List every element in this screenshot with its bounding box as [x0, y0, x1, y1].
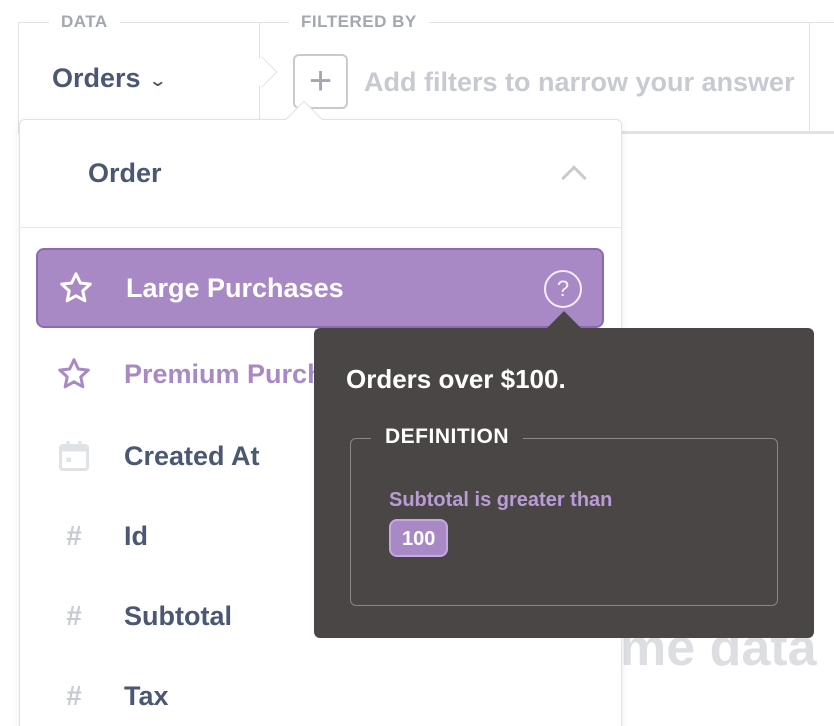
calendar-icon: [54, 436, 94, 476]
query-builder-bar: DATA FILTERED BY Orders ⌄ + Add filters …: [18, 12, 834, 134]
add-filter-placeholder[interactable]: Add filters to narrow your answer: [364, 67, 795, 98]
data-section-label: DATA: [49, 12, 120, 32]
hash-icon: #: [66, 520, 82, 551]
data-source-label: Orders: [52, 63, 141, 93]
table-name: Order: [88, 158, 162, 188]
question-mark-icon[interactable]: ?: [544, 270, 582, 308]
segment-item-large-purchases[interactable]: Large Purchases ?: [36, 248, 604, 328]
definition-box: DEFINITION Subtotal is greater than 100: [350, 425, 778, 606]
definition-condition: Subtotal is greater than: [389, 489, 613, 511]
filtered-by-section-label: FILTERED BY: [289, 12, 429, 32]
definition-label: DEFINITION: [371, 425, 523, 449]
item-label: Created At: [124, 440, 260, 471]
star-icon: [56, 268, 96, 308]
segment-description: Orders over $100.: [346, 364, 566, 394]
add-filter-button[interactable]: +: [293, 54, 348, 109]
hash-icon: #: [66, 680, 82, 711]
hash-icon: #: [66, 600, 82, 631]
chevron-up-icon[interactable]: [561, 164, 587, 191]
definition-value-badge: 100: [389, 519, 449, 557]
section-divider: [809, 23, 810, 133]
segment-definition-tooltip: Orders over $100. DEFINITION Subtotal is…: [314, 328, 814, 638]
item-label: Large Purchases: [126, 272, 344, 303]
item-label: Id: [124, 520, 148, 551]
star-icon: [54, 354, 94, 394]
item-label: Subtotal: [124, 600, 232, 631]
step-separator-chevron: [246, 56, 278, 88]
item-label: Tax: [124, 680, 169, 711]
table-section-header[interactable]: Order: [20, 120, 621, 228]
data-source-select[interactable]: Orders ⌄: [52, 63, 167, 94]
chevron-down-icon: ⌄: [147, 72, 167, 90]
field-item-tax[interactable]: # Tax: [36, 656, 604, 726]
